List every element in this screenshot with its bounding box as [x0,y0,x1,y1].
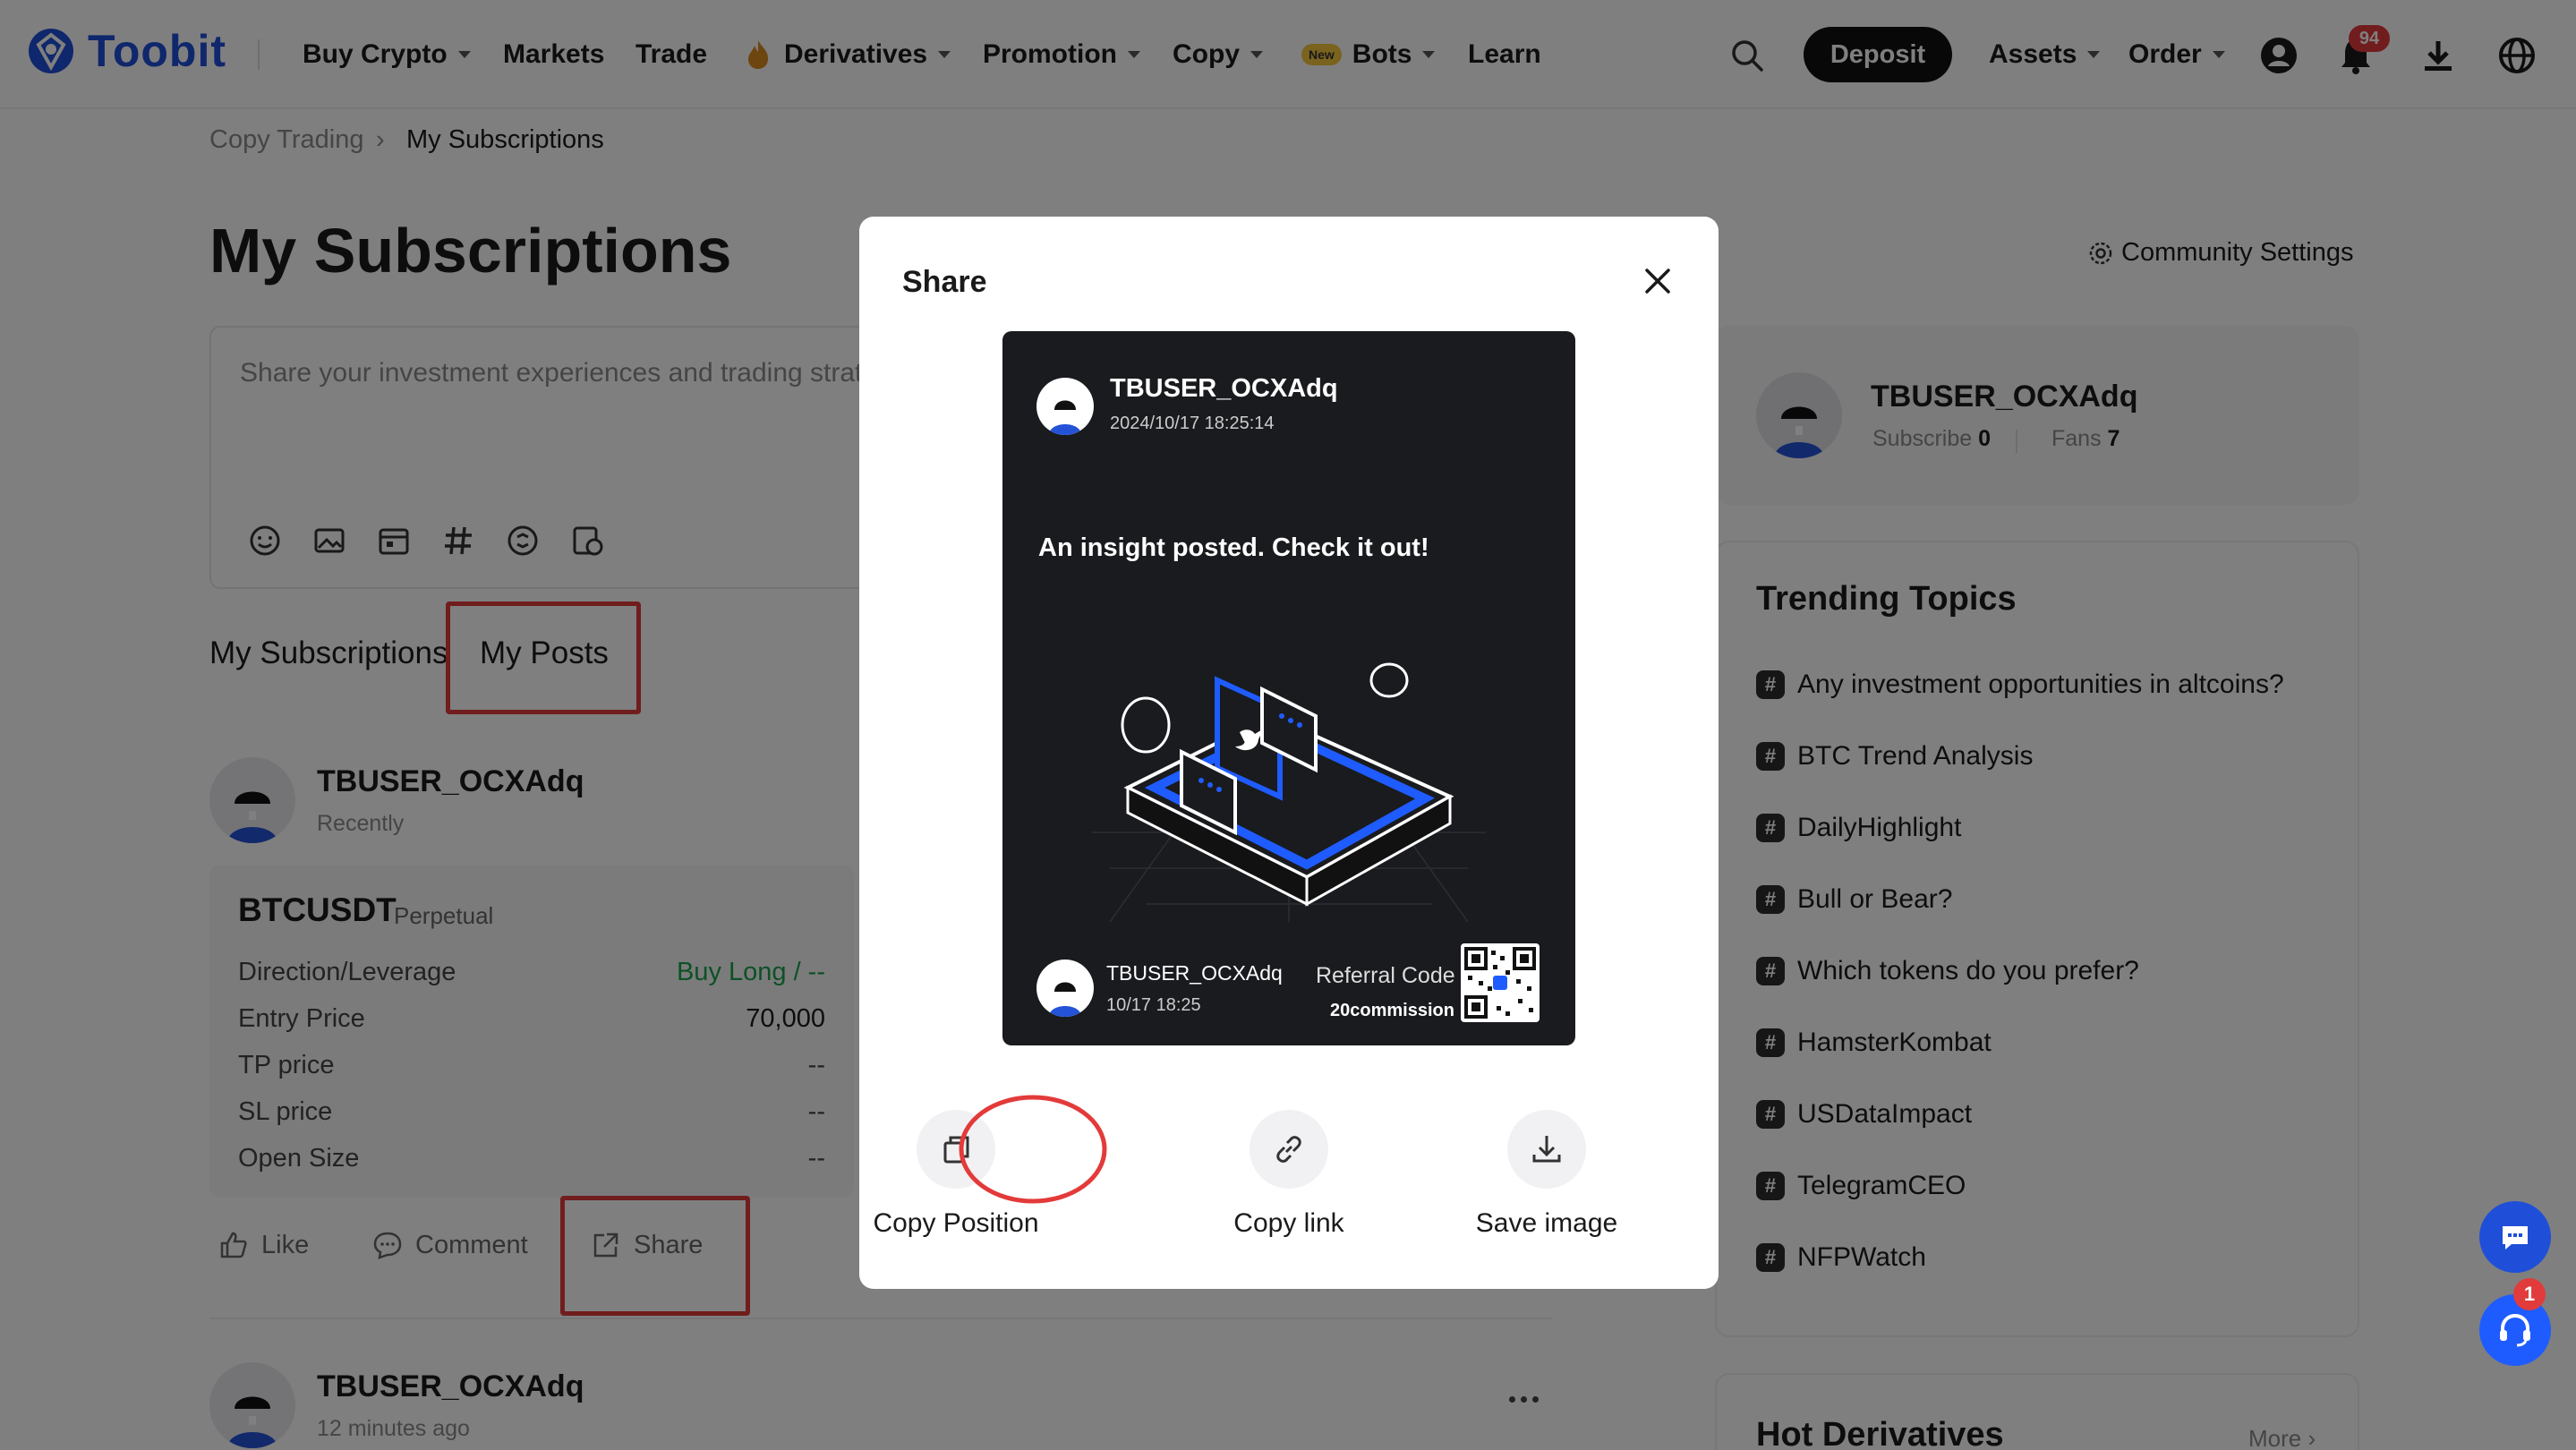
chat-button[interactable] [2479,1201,2551,1273]
download-icon [1532,1136,1561,1163]
share-modal: Share TBUSER_OCXAdq 2024/10/17 18:25:14 … [859,217,1719,1289]
chat-icon [2503,1226,2528,1250]
avatar [1036,378,1094,435]
link-icon [1276,1136,1301,1163]
qr-code-icon [1461,943,1540,1022]
copy-position-label: Copy Position [873,1208,1039,1238]
modal-title: Share [902,265,987,299]
avatar [1036,960,1094,1017]
share-card-message: An insight posted. Check it out! [1038,533,1429,562]
share-card-footer-time: 10/17 18:25 [1106,995,1201,1015]
save-image-circle [1507,1110,1586,1189]
headset-icon [2500,1313,2530,1347]
referral-label: Referral Code [1316,963,1455,988]
page: Toobit Buy Crypto Markets Trade Derivati… [0,0,2576,1450]
share-card-footer-user: TBUSER_OCXAdq [1106,961,1283,985]
copy-link-button[interactable]: Copy link [1199,1110,1378,1239]
highlight-copy-position [959,1095,1107,1204]
save-image-button[interactable]: Save image [1457,1110,1636,1239]
close-icon[interactable] [1638,261,1677,301]
referral-code: 20commission [1330,1001,1454,1020]
support-badge: 1 [2513,1278,2546,1310]
share-card-user: TBUSER_OCXAdq [1110,374,1338,403]
share-card-datetime: 2024/10/17 18:25:14 [1110,414,1275,433]
social-illustration [1092,662,1486,922]
share-card: TBUSER_OCXAdq 2024/10/17 18:25:14 An ins… [1002,331,1575,1045]
save-image-label: Save image [1475,1208,1618,1238]
copy-link-label: Copy link [1233,1208,1344,1238]
copy-link-circle [1250,1110,1328,1189]
